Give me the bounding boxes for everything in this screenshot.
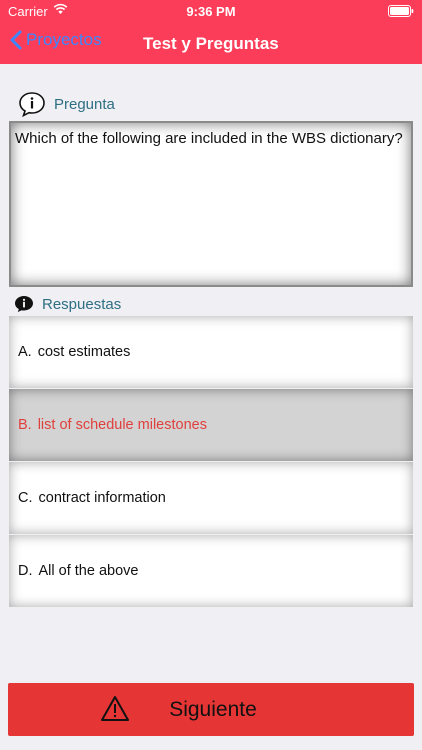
question-text-box: Which of the following are included in t… [9,121,413,287]
question-label-text: Pregunta [54,95,115,113]
answers-section-label: Respuestas [14,295,121,313]
question-section-label: Pregunta [18,91,115,117]
answer-option-d[interactable]: D. All of the above [9,535,413,607]
answer-option-c[interactable]: C. contract information [9,462,413,534]
answer-text: All of the above [38,563,139,579]
question-text: Which of the following are included in t… [15,130,403,147]
answers-label-text: Respuestas [42,295,122,313]
answers-list: A. cost estimates B. list of schedule mi… [9,316,413,608]
answer-letter: B. [18,417,32,433]
page-title: Test y Preguntas [143,34,279,53]
answer-option-b[interactable]: B. list of schedule milestones [9,389,413,461]
answer-letter: C. [18,490,33,506]
back-button-label: Proyectos [26,30,102,49]
status-bar: Carrier 9:36 PM [0,0,422,22]
chevron-left-icon [10,30,22,50]
next-button-label: Siguiente [169,697,257,721]
navigation-bar: Proyectos Test y Preguntas [0,22,422,64]
answer-letter: D. [18,563,33,579]
info-bubble-filled-icon [15,296,33,312]
status-time: 9:36 PM [186,4,236,19]
warning-triangle-icon [101,696,129,721]
app-header: Carrier 9:36 PM Proyectos Test y Pregunt… [0,0,422,64]
next-button[interactable]: Siguiente [8,683,414,736]
info-speech-bubble-icon [19,92,45,117]
answer-text: contract information [38,490,166,506]
battery-icon [388,5,414,17]
answer-text: cost estimates [37,344,131,360]
back-button[interactable]: Proyectos [10,30,102,50]
answer-letter: A. [18,344,32,360]
answer-text: list of schedule milestones [37,417,207,433]
answer-option-a[interactable]: A. cost estimates [9,316,413,388]
